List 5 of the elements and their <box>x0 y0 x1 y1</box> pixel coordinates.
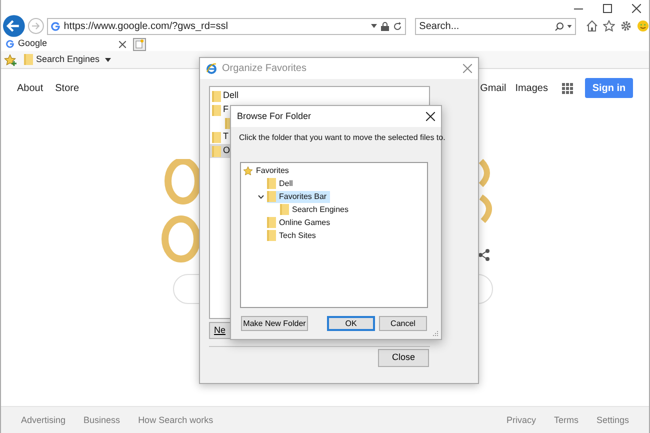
instruction-text: Click the folder that you want to move the selected files to. <box>239 132 446 144</box>
tab-title: Google <box>18 37 48 50</box>
dialog-title: Organize Favorites <box>222 62 306 76</box>
dialog-title: Browse For Folder <box>237 110 312 123</box>
address-text: https://www.google.com/?gws_rd=ssl <box>64 20 228 34</box>
